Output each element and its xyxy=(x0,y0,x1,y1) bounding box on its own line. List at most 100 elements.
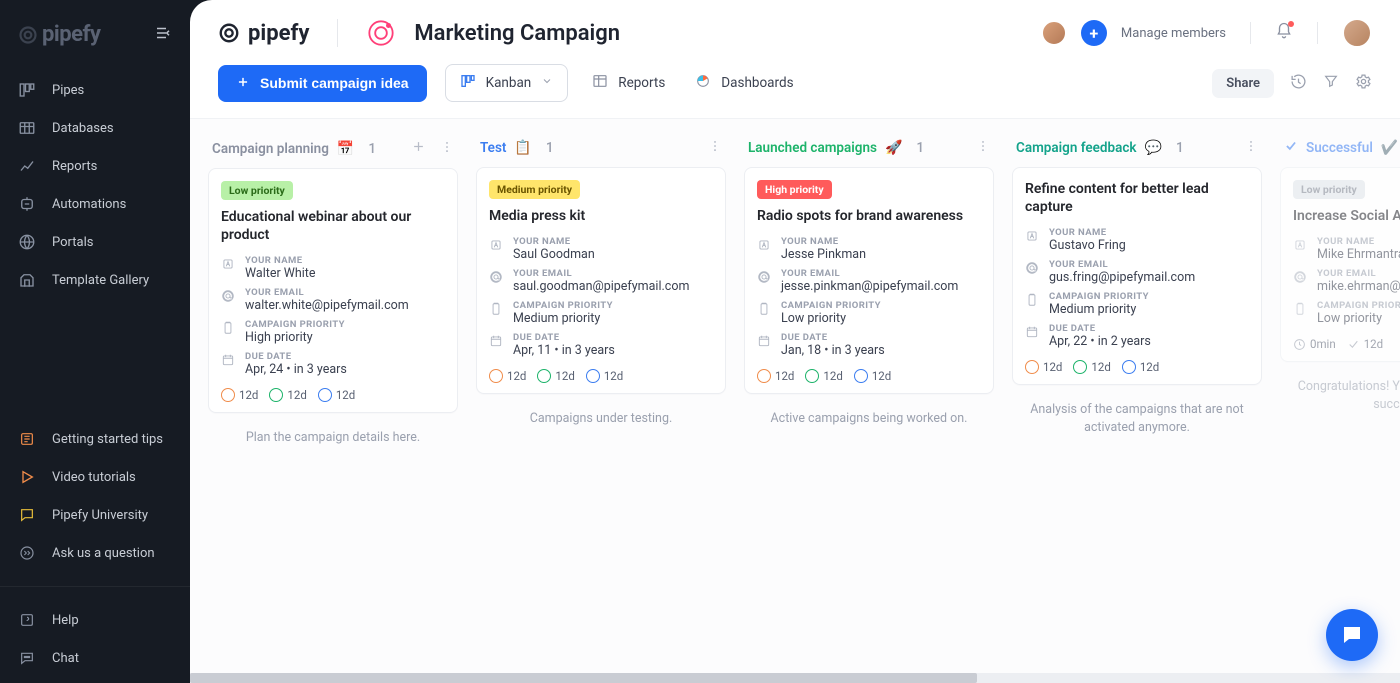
sidebar-item-getting-started-tips[interactable]: Getting started tips xyxy=(0,420,190,458)
profile-avatar[interactable] xyxy=(1342,18,1372,48)
column-title[interactable]: Campaign planning xyxy=(212,141,329,157)
view-selector[interactable]: Kanban xyxy=(445,64,569,102)
column-count: 1 xyxy=(368,141,376,157)
field-label: YOUR EMAIL xyxy=(245,287,409,298)
nav-icon xyxy=(18,157,36,175)
column-title[interactable]: Successful xyxy=(1306,140,1373,156)
card-field: CAMPAIGN PRIORITYHigh priority xyxy=(221,316,445,348)
field-icon xyxy=(221,257,235,271)
nav-icon xyxy=(18,468,36,486)
field-icon xyxy=(221,321,235,335)
card-field: DUE DATEJan, 18 • in 3 years xyxy=(757,329,981,361)
sidebar-item-video-tutorials[interactable]: Video tutorials xyxy=(0,458,190,496)
sidebar-item-reports[interactable]: Reports xyxy=(0,147,190,185)
share-button[interactable]: Share xyxy=(1212,69,1274,98)
add-card-icon[interactable] xyxy=(411,139,426,158)
nav-icon xyxy=(18,119,36,137)
sla-metric: 12d xyxy=(221,388,258,402)
card-field: YOUR EMAILgus.fring@pipefymail.com xyxy=(1025,256,1249,288)
reports-tab[interactable]: Reports xyxy=(586,65,671,101)
sidebar-item-help[interactable]: Help xyxy=(0,601,190,639)
column-menu-icon[interactable] xyxy=(976,139,990,157)
sidebar-collapse-icon[interactable] xyxy=(154,24,172,46)
brand-logo: pipefy xyxy=(218,21,309,46)
card-metrics: 0min12d xyxy=(1293,337,1400,351)
field-value: Medium priority xyxy=(513,311,613,326)
sidebar-item-pipes[interactable]: Pipes xyxy=(0,71,190,109)
field-icon xyxy=(221,353,235,367)
sidebar-item-chat[interactable]: Chat xyxy=(0,639,190,677)
column-menu-icon[interactable] xyxy=(708,139,722,157)
submit-button[interactable]: Submit campaign idea xyxy=(218,65,427,102)
chat-fab[interactable] xyxy=(1326,609,1378,661)
column-menu-icon[interactable] xyxy=(1244,139,1258,157)
column-header: Campaign planning📅1 xyxy=(208,131,458,168)
card-field: YOUR NAMEWalter White xyxy=(221,252,445,284)
field-icon xyxy=(1293,302,1307,316)
kanban-card[interactable]: Low priorityEducational webinar about ou… xyxy=(208,168,458,413)
pipe-icon[interactable] xyxy=(366,18,396,48)
column-menu-icon[interactable] xyxy=(440,140,454,158)
history-icon[interactable] xyxy=(1290,73,1307,94)
sidebar-item-label: Ask us a question xyxy=(52,546,155,561)
column-title[interactable]: Campaign feedback xyxy=(1016,140,1137,156)
field-icon xyxy=(489,302,503,316)
filter-icon[interactable] xyxy=(1323,73,1339,93)
card-metrics: 12d12d12d xyxy=(757,369,981,383)
manage-members-link[interactable]: Manage members xyxy=(1121,26,1226,41)
column-header: Test📋1 xyxy=(476,131,726,167)
plus-icon xyxy=(236,75,250,92)
field-value: Apr, 22 • in 2 years xyxy=(1049,334,1151,349)
field-icon xyxy=(1025,325,1039,339)
sidebar-item-portals[interactable]: Portals xyxy=(0,223,190,261)
field-value: Jan, 18 • in 3 years xyxy=(781,343,885,358)
column-title[interactable]: Test xyxy=(480,140,506,156)
kanban-card[interactable]: Refine content for better lead captureYO… xyxy=(1012,167,1262,385)
column-description: Congratulations! Your campaigns were suc… xyxy=(1280,362,1400,429)
notifications-icon[interactable] xyxy=(1275,22,1293,44)
card-field: YOUR EMAILjesse.pinkman@pipefymail.com xyxy=(757,265,981,297)
sidebar-item-template-gallery[interactable]: Template Gallery xyxy=(0,261,190,299)
card-field: YOUR EMAILwalter.white@pipefymail.com xyxy=(221,284,445,316)
field-value: Mike Ehrmantraut xyxy=(1317,247,1400,262)
sla-metric: 12d xyxy=(269,388,306,402)
kanban-column: Launched campaigns🚀1High priorityRadio s… xyxy=(744,131,994,659)
kanban-card[interactable]: High priorityRadio spots for brand aware… xyxy=(744,167,994,394)
sidebar-item-label: Template Gallery xyxy=(52,273,149,288)
priority-badge: Medium priority xyxy=(489,180,580,199)
kanban-card[interactable]: Low priorityIncrease Social AdsYOUR NAME… xyxy=(1280,167,1400,362)
horizontal-scrollbar[interactable] xyxy=(190,673,1400,683)
add-member-button[interactable]: + xyxy=(1081,20,1107,46)
sla-metric: 12d xyxy=(757,369,794,383)
column-header: Campaign feedback💬1 xyxy=(1012,131,1262,167)
card-title: Educational webinar about our product xyxy=(221,208,445,244)
field-value: Apr, 24 • in 3 years xyxy=(245,362,347,377)
card-field: CAMPAIGN PRIORITYLow priority xyxy=(1293,297,1400,329)
field-label: YOUR NAME xyxy=(781,236,866,247)
field-icon xyxy=(1025,229,1039,243)
priority-badge: High priority xyxy=(757,180,832,199)
nav-icon xyxy=(18,81,36,99)
column-title[interactable]: Launched campaigns xyxy=(748,140,877,156)
card-metrics: 12d12d12d xyxy=(1025,360,1249,374)
dashboards-tab[interactable]: Dashboards xyxy=(689,65,799,101)
kanban-icon xyxy=(460,73,476,93)
gear-icon[interactable] xyxy=(1355,73,1372,94)
nav-icon xyxy=(18,195,36,213)
sidebar-item-pipefy-university[interactable]: Pipefy University xyxy=(0,496,190,534)
field-icon xyxy=(221,289,235,303)
sidebar-item-label: Portals xyxy=(52,235,93,250)
field-value: Gustavo Fring xyxy=(1049,238,1126,253)
sidebar-item-automations[interactable]: Automations xyxy=(0,185,190,223)
sidebar-item-label: Chat xyxy=(52,651,79,666)
kanban-board: Campaign planning📅1Low priorityEducation… xyxy=(190,119,1400,683)
kanban-column: Test📋1Medium priorityMedia press kitYOUR… xyxy=(476,131,726,659)
member-avatar[interactable] xyxy=(1041,20,1067,46)
column-emoji: ✔️ xyxy=(1381,140,1398,156)
sidebar-item-databases[interactable]: Databases xyxy=(0,109,190,147)
field-label: CAMPAIGN PRIORITY xyxy=(513,300,613,311)
field-value: walter.white@pipefymail.com xyxy=(245,298,409,313)
sidebar: pipefy PipesDatabasesReportsAutomationsP… xyxy=(0,0,190,683)
sidebar-item-ask-us-a-question[interactable]: Ask us a question xyxy=(0,534,190,572)
kanban-card[interactable]: Medium priorityMedia press kitYOUR NAMES… xyxy=(476,167,726,394)
